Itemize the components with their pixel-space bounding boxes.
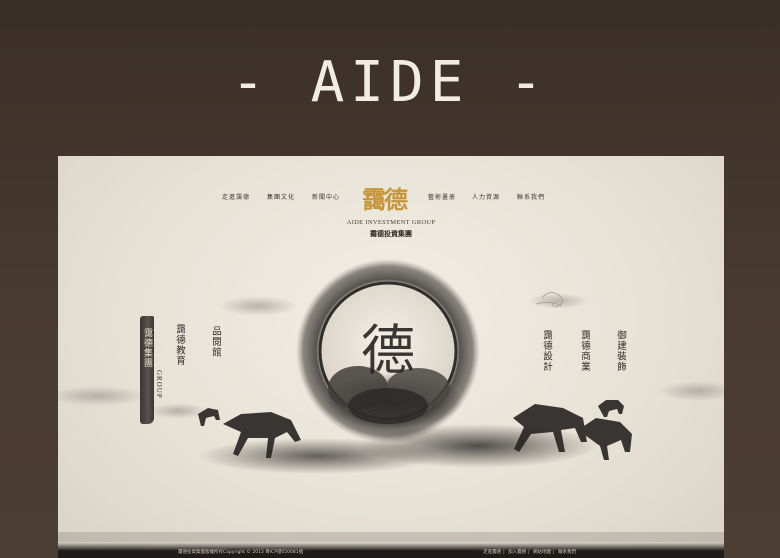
business-link[interactable]: 靄德商業 [579, 330, 590, 372]
footer-link-join[interactable]: 加入靄德 [508, 550, 526, 555]
group-link[interactable]: 靄德集團 [140, 328, 154, 368]
page-title: - AIDE - [231, 50, 549, 115]
nav-item-gallery[interactable]: 藝術畫册 [428, 192, 456, 201]
footer-link-about[interactable]: 走進靄德 [483, 550, 501, 555]
center-calligraphy-glyph: 德 [361, 319, 415, 382]
decoration-link[interactable]: 御建裝飾 [615, 330, 626, 372]
logo[interactable]: 靄德 [358, 186, 410, 214]
group-english-label: GROUP [155, 370, 163, 399]
copyright-text: 靄德投資集團版權所有Copyright © 2013 粵ICP證050081號 [178, 550, 304, 555]
design-link[interactable]: 靄德設計 [541, 330, 552, 372]
website-screenshot: 德 走進靄德 集團文化 新聞中心 藝術畫册 人力資源 聯系我們 靄德 AIDE … [58, 156, 724, 558]
gallery-hall-link[interactable]: 品閱館 [210, 326, 221, 358]
footer-link-sitemap[interactable]: 網站地圖 [533, 550, 551, 555]
logo-english-name: AIDE INVESTMENT GROUP [346, 219, 436, 226]
footer-links: 走進靄德 | 加入靄德 | 網站地圖 | 聯系我們 [483, 550, 576, 555]
nav-item-about[interactable]: 走進靄德 [222, 192, 250, 201]
nav-item-contact[interactable]: 聯系我們 [517, 192, 545, 201]
education-link[interactable]: 靄德教育 [174, 324, 185, 366]
footer-link-contact[interactable]: 聯系我們 [558, 550, 576, 555]
nav-item-hr[interactable]: 人力資源 [472, 192, 500, 201]
footer-bar: 靄德投資集團版權所有Copyright © 2013 粵ICP證050081號 … [58, 542, 724, 558]
nav-item-news[interactable]: 新聞中心 [312, 192, 340, 201]
logo-subtitle: 靄德投資集團 [370, 230, 412, 238]
nav-item-culture[interactable]: 集團文化 [267, 192, 295, 201]
